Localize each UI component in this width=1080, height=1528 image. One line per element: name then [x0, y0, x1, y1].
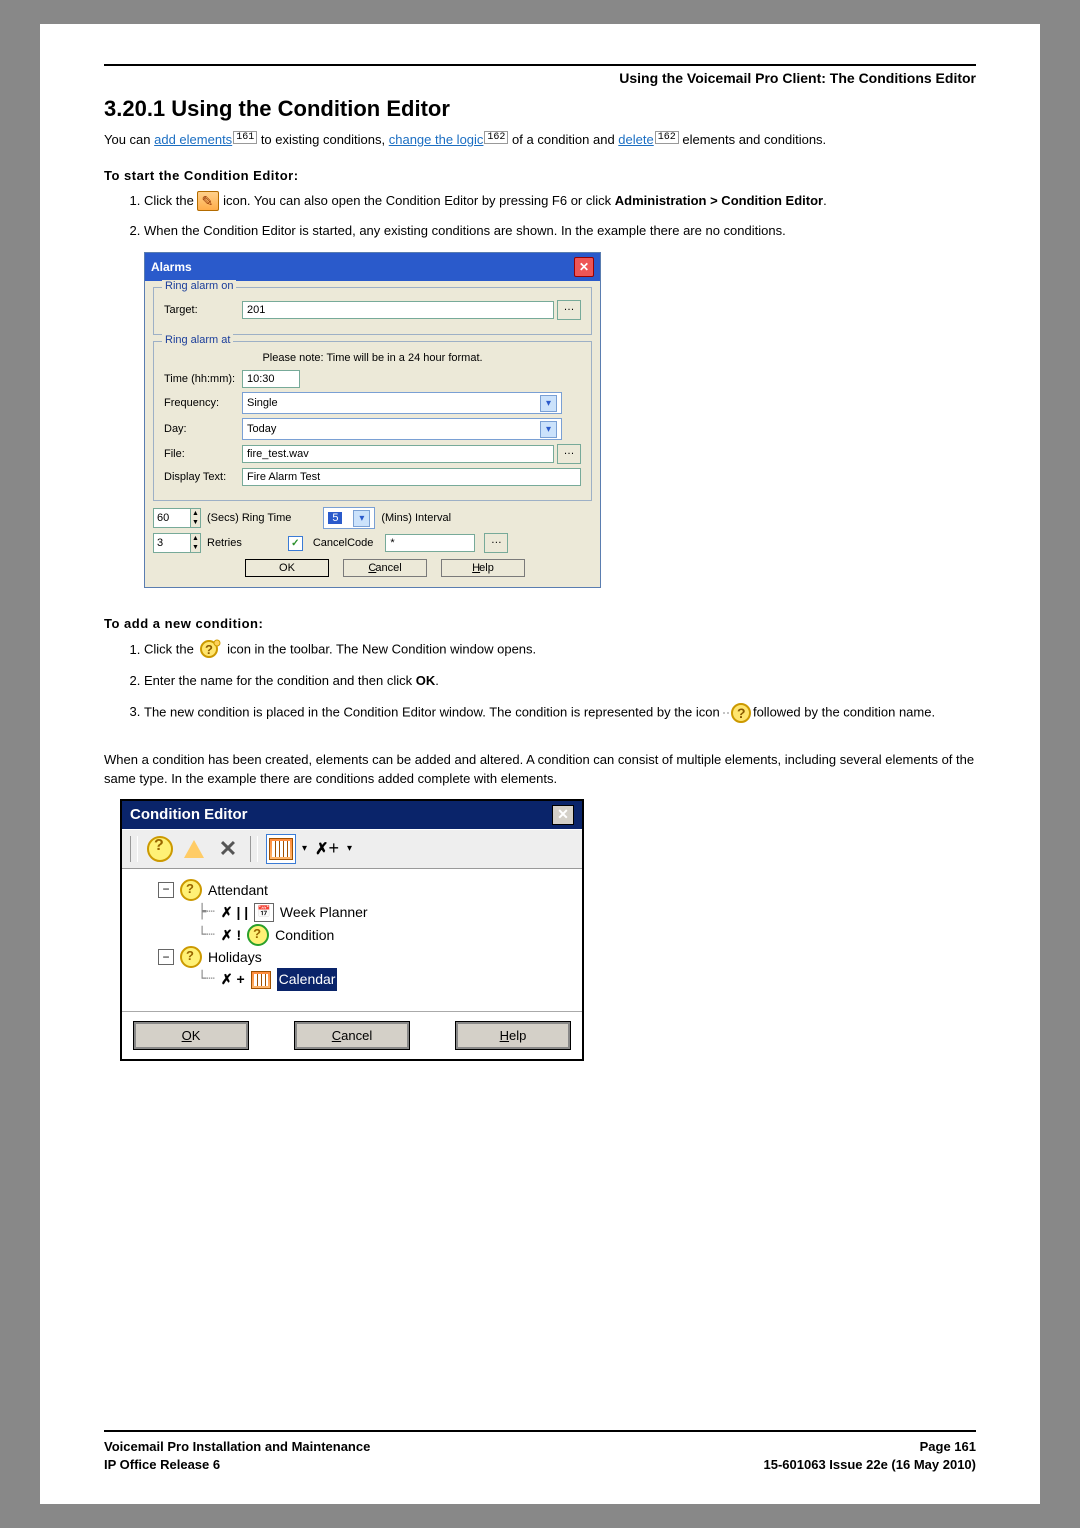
pageref-161: 161 [233, 131, 257, 144]
subhead-add: To add a new condition: [104, 616, 976, 631]
calendar-icon [251, 971, 271, 989]
target-input[interactable] [242, 301, 554, 319]
calendar-small-icon: 📅 [254, 903, 274, 923]
page-title: 3.20.1 Using the Condition Editor [104, 96, 976, 122]
tree-item-condition[interactable]: Condition [275, 924, 334, 946]
ok-button[interactable]: OK [245, 559, 329, 577]
spin-down-icon[interactable]: ▼ [190, 543, 200, 552]
time-input[interactable] [242, 370, 300, 388]
ok-button[interactable]: OK [134, 1022, 248, 1049]
cancelcode-input[interactable] [385, 534, 475, 552]
condition-tree: − Attendant ┝┈ ✗ | | 📅 Week Planner └┈ ✗… [122, 869, 582, 1011]
add-step-1: Click the ? icon in the toolbar. The New… [144, 639, 976, 661]
question-icon [180, 879, 202, 901]
day-select[interactable]: Today▾ [242, 418, 562, 440]
mins-select[interactable]: 5▾ [323, 507, 375, 529]
condition-editor-toolbar: ✕ ▾ ✗+ ▾ [122, 829, 582, 869]
frequency-select[interactable]: Single▾ [242, 392, 562, 414]
collapse-icon[interactable]: − [158, 882, 174, 898]
start-step-1: Click the icon. You can also open the Co… [144, 191, 976, 212]
condition-description: When a condition has been created, eleme… [104, 750, 976, 789]
add-step-3: The new condition is placed in the Condi… [144, 702, 976, 724]
start-step-2: When the Condition Editor is started, an… [144, 221, 976, 242]
file-input[interactable] [242, 445, 554, 463]
chevron-down-icon: ▾ [540, 421, 557, 438]
group-ring-on: Ring alarm on [162, 280, 236, 292]
retries-stepper[interactable]: ▲▼ [153, 533, 201, 553]
condition-editor-dialog: Condition Editor ✕ ✕ ▾ ✗+ ▾ − Attendant … [120, 799, 584, 1061]
condition-editor-icon [197, 191, 219, 211]
help-button[interactable]: Help [456, 1022, 570, 1049]
tree-item-calendar[interactable]: Calendar [277, 968, 338, 990]
link-delete[interactable]: delete [618, 132, 653, 147]
secs-ring-time-label: (Secs) Ring Time [207, 512, 291, 524]
retries-label: Retries [207, 537, 242, 549]
target-browse-button[interactable]: … [557, 300, 581, 320]
svg-text:?: ? [205, 642, 213, 657]
spin-up-icon[interactable]: ▲ [190, 509, 200, 518]
condition-green-icon [247, 924, 269, 946]
cancel-button[interactable]: Cancel [343, 559, 427, 577]
collapse-icon[interactable]: − [158, 949, 174, 965]
cancel-button[interactable]: Cancel [295, 1022, 409, 1049]
secs-input[interactable] [154, 509, 190, 527]
close-icon[interactable]: ✕ [552, 805, 574, 825]
secs-stepper[interactable]: ▲▼ [153, 508, 201, 528]
time-label: Time (hh:mm): [164, 373, 242, 385]
page-footer: Voicemail Pro Installation and Maintenan… [104, 1430, 976, 1474]
help-button[interactable]: Help [441, 559, 525, 577]
target-label: Target: [164, 304, 242, 316]
chevron-down-icon: ▾ [540, 395, 557, 412]
display-text-label: Display Text: [164, 471, 242, 483]
cancelcode-browse-button[interactable]: … [484, 533, 508, 553]
new-condition-toolbar-icon[interactable] [146, 835, 174, 863]
question-icon [180, 946, 202, 968]
logic-x-toolbar-icon[interactable]: ✗+ [313, 835, 341, 863]
link-change-logic[interactable]: change the logic [389, 132, 484, 147]
condition-editor-titlebar: Condition Editor ✕ [122, 801, 582, 829]
intro-paragraph: You can add elements161 to existing cond… [104, 130, 976, 150]
calendar-toolbar-icon[interactable] [266, 834, 296, 864]
mins-interval-label: (Mins) Interval [381, 512, 451, 524]
edit-toolbar-icon[interactable] [180, 835, 208, 863]
page-header: Using the Voicemail Pro Client: The Cond… [104, 70, 976, 86]
delete-toolbar-icon[interactable]: ✕ [214, 835, 242, 863]
file-label: File: [164, 448, 242, 460]
day-label: Day: [164, 423, 242, 435]
time-format-note: Please note: Time will be in a 24 hour f… [164, 352, 581, 364]
file-browse-button[interactable]: … [557, 444, 581, 464]
pageref-162a: 162 [484, 131, 508, 144]
spin-down-icon[interactable]: ▼ [190, 518, 200, 527]
retries-input[interactable] [154, 534, 190, 552]
condition-icon: ? [723, 702, 749, 724]
display-text-input[interactable] [242, 468, 581, 486]
tree-item-attendant[interactable]: Attendant [208, 879, 268, 901]
cancelcode-label: CancelCode [313, 537, 374, 549]
svg-text:?: ? [737, 705, 746, 721]
spin-up-icon[interactable]: ▲ [190, 534, 200, 543]
cancelcode-checkbox[interactable]: ✓ [288, 536, 303, 551]
close-icon[interactable]: ✕ [574, 257, 594, 277]
subhead-start: To start the Condition Editor: [104, 168, 976, 183]
alarms-titlebar: Alarms ✕ [145, 253, 600, 281]
tree-item-week-planner[interactable]: Week Planner [280, 901, 368, 923]
new-condition-icon: ? [197, 639, 223, 661]
chevron-down-icon: ▾ [353, 510, 370, 527]
tree-item-holidays[interactable]: Holidays [208, 946, 262, 968]
link-add-elements[interactable]: add elements [154, 132, 232, 147]
pageref-162b: 162 [655, 131, 679, 144]
frequency-label: Frequency: [164, 397, 242, 409]
group-ring-at: Ring alarm at [162, 334, 233, 346]
alarms-dialog: Alarms ✕ Ring alarm on Target: … Ring al… [144, 252, 601, 588]
add-step-2: Enter the name for the condition and the… [144, 671, 976, 692]
